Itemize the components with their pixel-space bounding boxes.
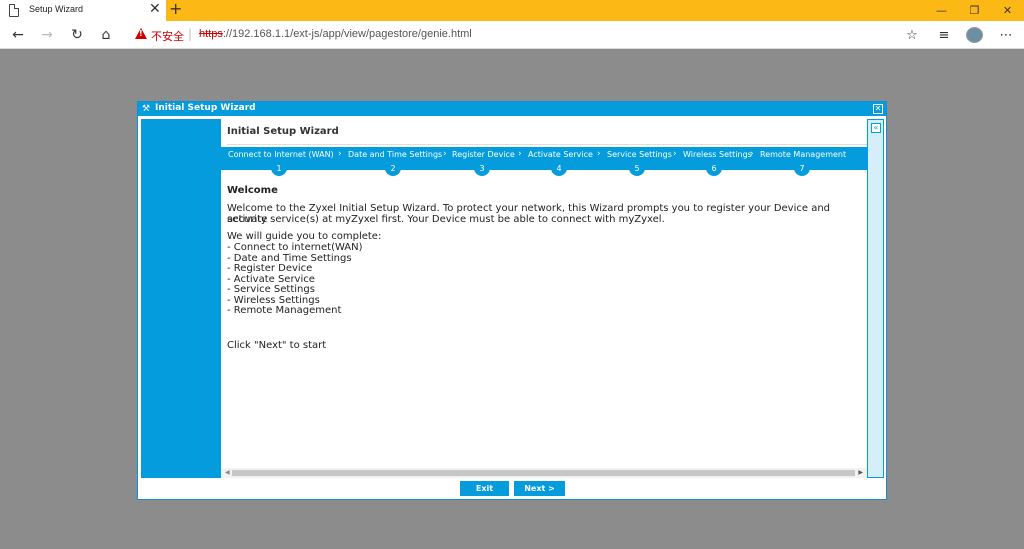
restore-button[interactable]: ❐ [958,0,991,21]
new-tab-button[interactable]: + [169,0,182,18]
step-number-6: 6 [706,160,722,176]
url-scheme: https [199,28,223,40]
intro-line-2: security service(s) at myZyxel first. Yo… [227,214,665,225]
chevron-right-icon: › [443,149,447,159]
step-label-2: Date and Time Settings [348,150,443,159]
step-number-5: 5 [629,160,645,176]
scroll-left-icon[interactable]: ◀ [225,468,230,478]
chevron-right-icon: › [597,149,601,159]
window-controls: — ❐ ✕ [925,0,1024,21]
step-number-2: 2 [385,160,401,176]
refresh-icon[interactable]: ↻ [67,25,87,45]
step-number-7: 7 [794,160,810,176]
expand-panel-icon[interactable]: « [871,123,881,133]
tab-title: Setup Wizard [29,4,84,14]
guide-item: - Connect to internet(WAN) [227,242,363,253]
step-label-6: Wireless Settings [683,150,752,159]
wizard-steps-bar: Connect to Internet (WAN) › Date and Tim… [221,147,867,176]
chevron-right-icon: › [518,149,522,159]
wizard-content: Initial Setup Wizard Connect to Internet… [221,119,867,478]
dialog-title: Initial Setup Wizard [155,103,256,113]
step-label-4: Activate Service [528,150,593,159]
minimize-button[interactable]: — [925,0,958,21]
side-panel [141,119,221,478]
chevron-right-icon: › [750,149,754,159]
tab-close-icon[interactable]: ✕ [149,1,161,17]
profile-avatar[interactable] [966,27,983,43]
guide-item: - Remote Management [227,305,342,316]
exit-button[interactable]: Exit [460,481,509,496]
page-icon [9,4,19,17]
title-divider [227,144,867,145]
url-path: ://192.168.1.1/ext-js/app/view/pagestore… [222,28,472,40]
home-icon[interactable]: ⌂ [96,25,116,45]
scrollbar-thumb[interactable] [232,470,855,476]
more-menu-icon[interactable]: ⋯ [996,25,1016,45]
chevron-right-icon: › [338,149,342,159]
forward-arrow-icon[interactable]: → [37,25,57,45]
warning-icon [135,28,147,39]
address-bar[interactable]: 不安全 | https://192.168.1.1/ext-js/app/vie… [127,24,925,46]
step-label-5: Service Settings [607,150,672,159]
content-title: Initial Setup Wizard [227,126,339,137]
welcome-heading: Welcome [227,185,278,196]
browser-tabstrip: Setup Wizard ✕ + — ❐ ✕ [0,0,1024,21]
browser-tab[interactable]: Setup Wizard ✕ [0,0,166,21]
setup-wizard-dialog: ⚒ Initial Setup Wizard ✕ Initial Setup W… [137,101,887,500]
dialog-close-button[interactable]: ✕ [873,104,883,114]
step-label-1: Connect to Internet (WAN) [228,150,334,159]
favorite-star-icon[interactable]: ☆ [902,25,922,45]
step-label-7: Remote Management [760,150,847,159]
chevron-right-icon: › [673,149,677,159]
horizontal-scrollbar[interactable]: ◀ ▶ [221,468,867,478]
collapsed-right-panel: « [867,119,884,478]
window-close-button[interactable]: ✕ [991,0,1024,21]
scroll-right-icon[interactable]: ▶ [858,468,863,478]
start-hint: Click "Next" to start [227,340,327,351]
guide-item: - Register Device [227,263,313,274]
guide-item: - Service Settings [227,284,315,295]
step-number-3: 3 [474,160,490,176]
wrench-icon: ⚒ [142,104,151,114]
step-number-4: 4 [551,160,567,176]
divider: | [188,27,193,41]
step-number-1: 1 [271,160,287,176]
favorites-list-icon[interactable]: ≡ [934,25,954,45]
guide-heading: We will guide you to complete: [227,231,382,242]
next-button[interactable]: Next > [514,481,565,496]
back-arrow-icon[interactable]: ← [8,25,28,45]
url-text[interactable]: https://192.168.1.1/ext-js/app/view/page… [199,28,472,40]
dialog-header: ⚒ Initial Setup Wizard ✕ [138,102,886,116]
insecure-label[interactable]: 不安全 [151,28,184,44]
browser-navbar: ← → ↻ ⌂ 不安全 | https://192.168.1.1/ext-js… [0,21,1024,49]
step-label-3: Register Device [452,150,515,159]
